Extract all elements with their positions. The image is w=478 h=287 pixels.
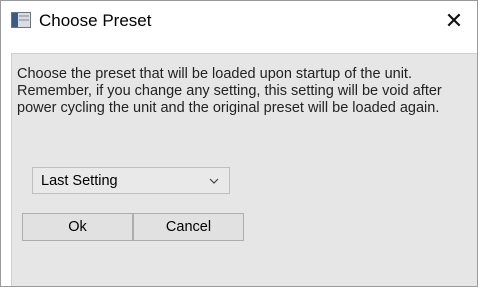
preset-select[interactable]: Last Setting xyxy=(32,167,230,194)
dialog-message: Choose the preset that will be loaded up… xyxy=(17,66,442,116)
close-button[interactable]: ✕ xyxy=(431,1,477,41)
chevron-down-icon xyxy=(209,178,219,184)
cancel-button[interactable]: Cancel xyxy=(133,213,244,241)
title-bar[interactable]: Choose Preset ✕ xyxy=(1,1,477,41)
app-window-icon xyxy=(11,12,31,28)
close-icon[interactable]: ✕ xyxy=(445,8,463,34)
dialog-window: Choose Preset ✕ Choose the preset that w… xyxy=(0,0,478,287)
window-title: Choose Preset xyxy=(39,11,152,30)
preset-select-value: Last Setting xyxy=(41,173,118,189)
ok-button[interactable]: Ok xyxy=(22,213,133,241)
